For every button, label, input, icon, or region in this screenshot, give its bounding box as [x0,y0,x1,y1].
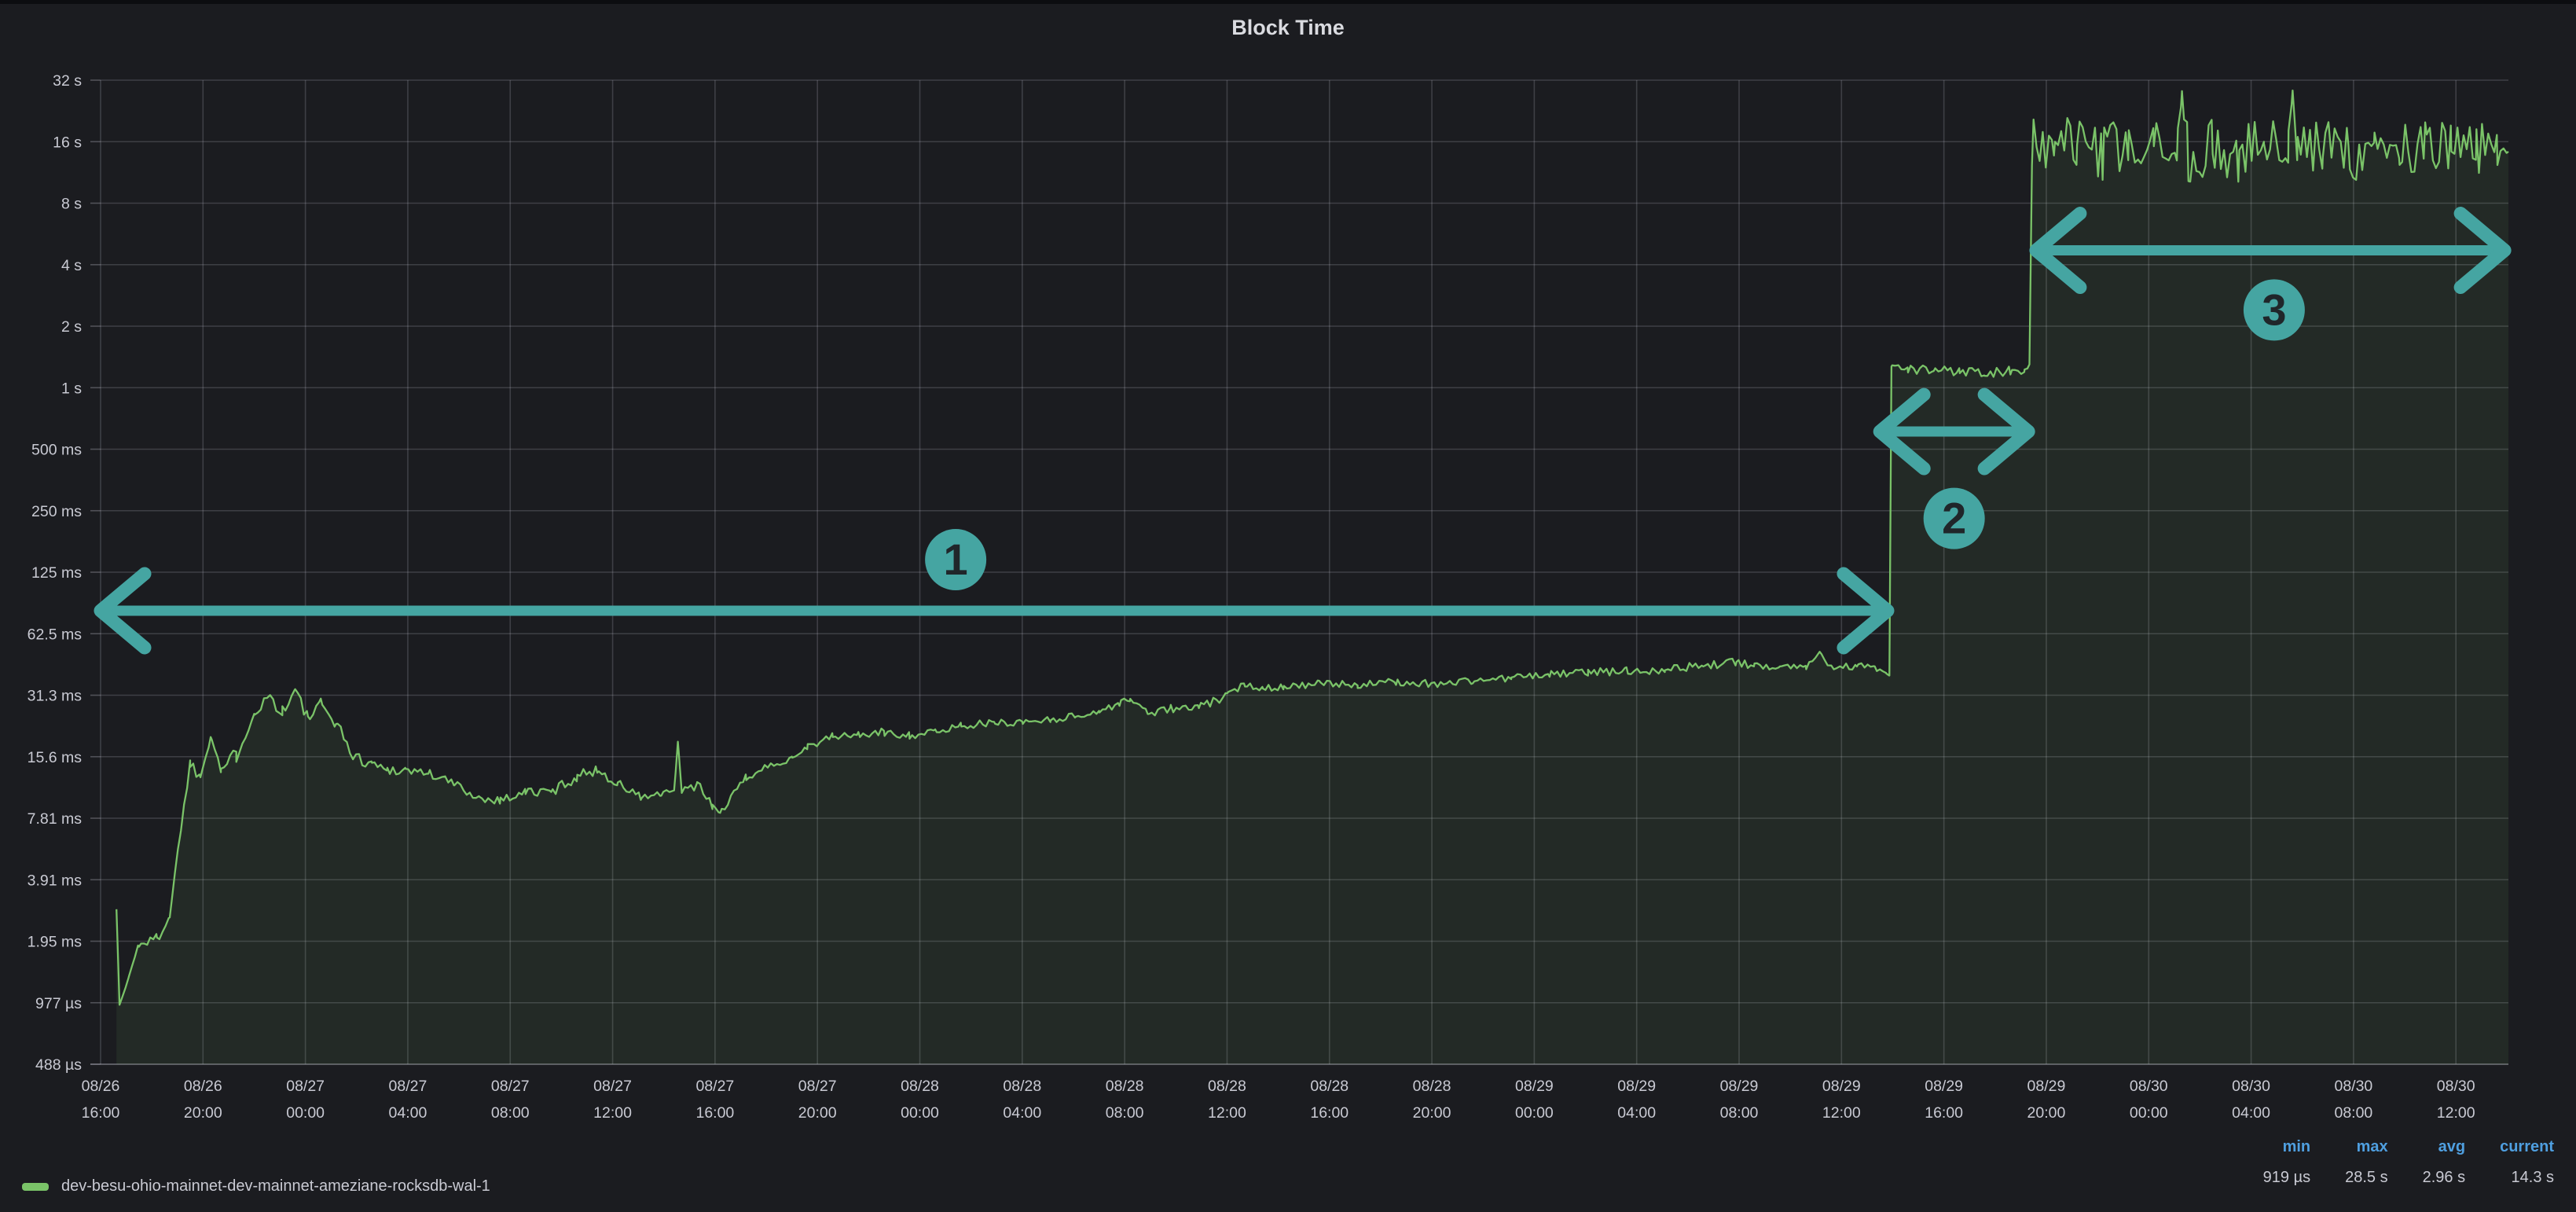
x-axis-label-date: 08/28 [1310,1078,1349,1095]
x-axis-label-time: 04:00 [1003,1104,1041,1122]
x-axis-label-date: 08/26 [184,1078,222,1095]
stat-value-avg: 2.96 s [2423,1169,2465,1187]
x-axis-label-date: 08/29 [1822,1078,1861,1095]
x-axis-label-time: 16:00 [82,1104,120,1122]
x-axis-label-time: 04:00 [389,1104,427,1122]
annotation-badge-label-2: 2 [1942,494,1966,543]
y-axis-label: 15.6 ms [28,749,83,766]
stat-value-min: 919 µs [2263,1169,2310,1187]
x-axis-label-time: 08:00 [491,1104,530,1122]
x-axis-label-date: 08/28 [1413,1078,1451,1095]
y-axis-label: 488 µs [35,1056,82,1074]
stat-header-current[interactable]: current [2500,1138,2554,1156]
x-axis-label-date: 08/29 [1617,1078,1656,1095]
y-axis-label: 32 s [53,72,82,90]
x-axis-label-time: 08:00 [1720,1104,1759,1122]
x-axis-label-date: 08/28 [901,1078,939,1095]
x-axis-label-time: 04:00 [2232,1104,2270,1122]
legend-stats: min max avg current 919 µs 28.5 s 2.96 s… [2263,1138,2554,1187]
y-axis-label: 4 s [61,257,82,274]
annotation-badge-label-1: 1 [944,534,968,584]
y-axis-label: 8 s [61,196,82,213]
y-axis-label: 977 µs [35,995,82,1012]
x-axis-label-time: 00:00 [2130,1104,2168,1122]
x-axis-label-time: 00:00 [901,1104,939,1122]
y-axis-label: 3.91 ms [28,872,83,889]
y-axis-label: 125 ms [31,564,82,582]
x-axis-label-time: 12:00 [2437,1104,2475,1122]
x-axis-label-date: 08/27 [593,1078,632,1095]
x-axis-label-time: 00:00 [1515,1104,1554,1122]
x-axis-label-time: 16:00 [1925,1104,1963,1122]
stat-value-current: 14.3 s [2512,1169,2554,1187]
y-axis-label: 250 ms [31,503,82,520]
x-axis-label-time: 16:00 [1310,1104,1349,1122]
x-axis-label-time: 20:00 [184,1104,222,1122]
x-axis-label-time: 04:00 [1617,1104,1656,1122]
x-axis-label-date: 08/27 [695,1078,734,1095]
y-axis-label: 1 s [61,380,82,397]
x-axis-label-time: 20:00 [798,1104,837,1122]
x-axis-label-date: 08/29 [1925,1078,1963,1095]
x-axis-label-date: 08/28 [1003,1078,1041,1095]
x-axis-label-time: 16:00 [695,1104,734,1122]
series-color-swatch[interactable] [22,1183,49,1191]
stat-header-avg[interactable]: avg [2438,1138,2465,1156]
x-axis-label-date: 08/30 [2232,1078,2270,1095]
x-axis-label-date: 08/29 [2027,1078,2066,1095]
stat-value-max: 28.5 s [2345,1169,2387,1187]
annotation-badge-label-3: 3 [2262,285,2286,334]
x-axis-label-time: 12:00 [1822,1104,1861,1122]
x-axis-label-date: 08/30 [2130,1078,2168,1095]
x-axis-label-time: 20:00 [1413,1104,1451,1122]
y-axis-label: 7.81 ms [28,810,83,828]
x-axis-label-date: 08/29 [1720,1078,1759,1095]
y-axis-label: 2 s [61,318,82,336]
x-axis-label-date: 08/27 [286,1078,325,1095]
x-axis-label-date: 08/28 [1106,1078,1144,1095]
x-axis-label-date: 08/28 [1208,1078,1246,1095]
x-axis-label-date: 08/29 [1515,1078,1554,1095]
x-axis-label-time: 08:00 [1106,1104,1144,1122]
x-axis-label-date: 08/26 [82,1078,120,1095]
x-axis-label-date: 08/30 [2437,1078,2475,1095]
series-name[interactable]: dev-besu-ohio-mainnet-dev-mainnet-amezia… [61,1177,490,1195]
x-axis-label-date: 08/27 [798,1078,837,1095]
y-axis-label: 62.5 ms [28,626,83,643]
y-axis-label: 500 ms [31,442,82,459]
x-axis-label-time: 12:00 [593,1104,632,1122]
x-axis-label-time: 20:00 [2027,1104,2066,1122]
stat-header-max[interactable]: max [2357,1138,2388,1156]
y-axis-label: 16 s [53,134,82,151]
x-axis-label-date: 08/30 [2334,1078,2372,1095]
annotation-arrow-1 [101,574,1888,648]
x-axis-label-time: 00:00 [286,1104,325,1122]
stat-header-min[interactable]: min [2283,1138,2311,1156]
series-area-fill [116,90,2508,1064]
y-axis-label: 1.95 ms [28,934,83,951]
y-axis-label: 31.3 ms [28,688,83,705]
x-axis-label-time: 08:00 [2334,1104,2372,1122]
x-axis-label-date: 08/27 [389,1078,427,1095]
x-axis-label-time: 12:00 [1208,1104,1246,1122]
x-axis-label-date: 08/27 [491,1078,530,1095]
legend-series[interactable]: dev-besu-ohio-mainnet-dev-mainnet-amezia… [22,1177,490,1195]
